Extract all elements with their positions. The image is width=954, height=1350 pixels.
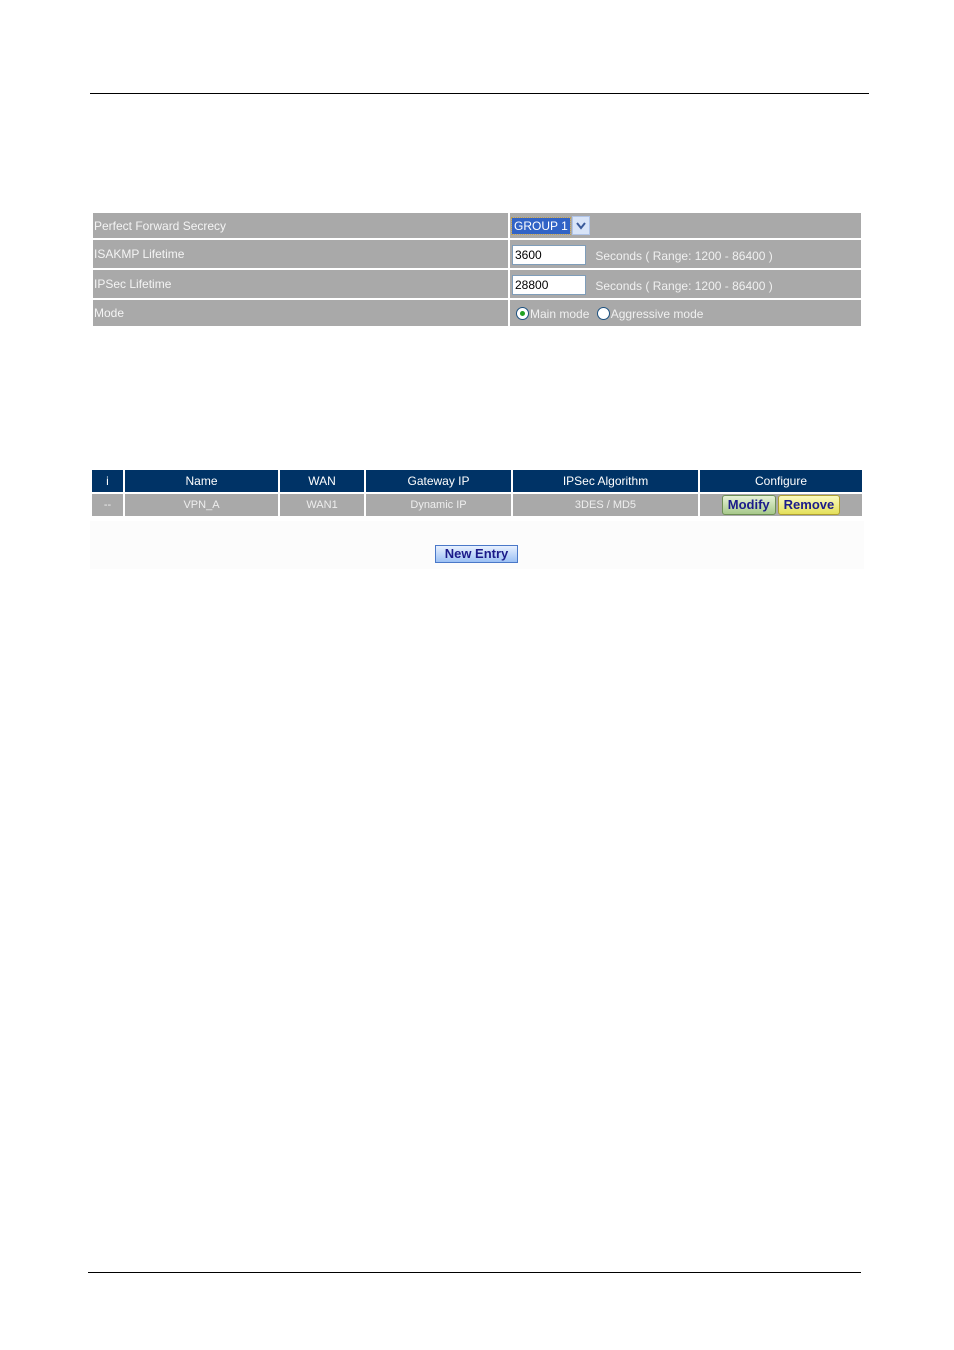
cell-ipsec-algorithm: 3DES / MD5	[513, 494, 698, 516]
modify-button[interactable]: Modify	[721, 495, 776, 515]
aggressive-mode-label[interactable]: Aggressive mode	[611, 307, 704, 321]
footer-rule	[88, 1272, 861, 1273]
mode-row: Mode Main mode Aggressive mode	[93, 300, 861, 326]
pfs-row: Perfect Forward Secrecy GROUP 1	[93, 213, 861, 238]
ipsec-lifetime-hint: Seconds ( Range: 1200 - 86400 )	[595, 279, 773, 293]
col-header-gateway-ip: Gateway IP	[366, 470, 511, 492]
aggressive-mode-radio[interactable]	[596, 306, 610, 320]
pfs-select-value: GROUP 1	[511, 216, 571, 235]
cell-index: --	[92, 494, 123, 516]
chevron-down-icon[interactable]	[571, 216, 590, 235]
col-header-index: i	[92, 470, 123, 492]
remove-button[interactable]: Remove	[777, 495, 841, 515]
pfs-label: Perfect Forward Secrecy	[93, 213, 508, 238]
ike-settings-table: Perfect Forward Secrecy GROUP 1 ISAKMP L…	[91, 211, 863, 328]
ipsec-lifetime-label: IPSec Lifetime	[93, 270, 508, 298]
cell-name: VPN_A	[125, 494, 278, 516]
vpn-list-table: i Name WAN Gateway IP IPSec Algorithm Co…	[90, 468, 864, 518]
isakmp-lifetime-row: ISAKMP Lifetime Seconds ( Range: 1200 - …	[93, 240, 861, 268]
table-row: -- VPN_A WAN1 Dynamic IP 3DES / MD5 Modi…	[92, 494, 862, 516]
cell-configure: Modify Remove	[700, 494, 862, 516]
ipsec-lifetime-input[interactable]	[512, 275, 586, 295]
mode-label: Mode	[93, 300, 508, 326]
col-header-configure: Configure	[700, 470, 862, 492]
table-header-row: i Name WAN Gateway IP IPSec Algorithm Co…	[92, 470, 862, 492]
cell-gateway-ip: Dynamic IP	[366, 494, 511, 516]
isakmp-lifetime-input[interactable]	[512, 245, 586, 265]
main-mode-radio[interactable]	[516, 306, 529, 320]
isakmp-lifetime-label: ISAKMP Lifetime	[93, 240, 508, 268]
header-rule	[90, 93, 869, 94]
cell-wan: WAN1	[280, 494, 364, 516]
col-header-ipsec-algorithm: IPSec Algorithm	[513, 470, 698, 492]
isakmp-lifetime-hint: Seconds ( Range: 1200 - 86400 )	[595, 249, 773, 263]
main-mode-label[interactable]: Main mode	[530, 307, 589, 321]
col-header-wan: WAN	[280, 470, 364, 492]
new-entry-button[interactable]: New Entry	[435, 545, 518, 563]
ipsec-lifetime-row: IPSec Lifetime Seconds ( Range: 1200 - 8…	[93, 270, 861, 298]
col-header-name: Name	[125, 470, 278, 492]
pfs-select[interactable]: GROUP 1	[511, 216, 590, 236]
